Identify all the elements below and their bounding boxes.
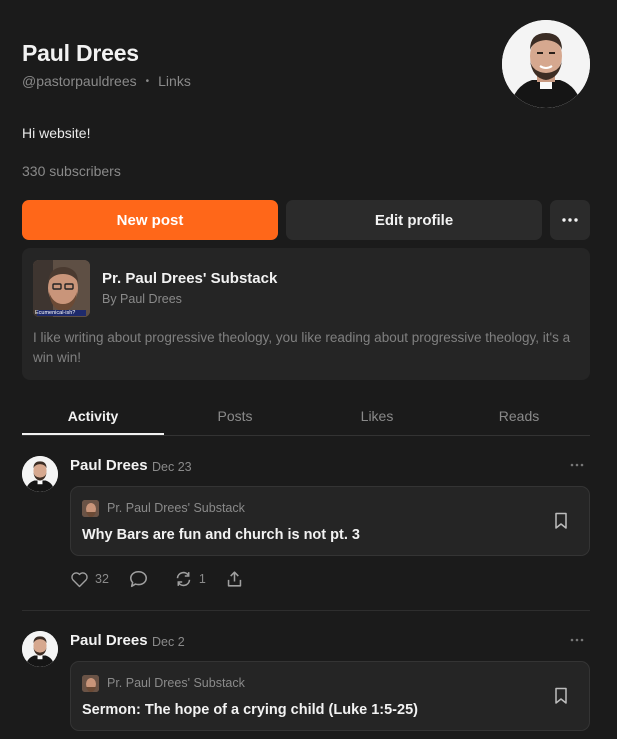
publication-icon bbox=[82, 675, 99, 692]
author-portrait-icon bbox=[22, 456, 58, 492]
post-title[interactable]: Sermon: The hope of a crying child (Luke… bbox=[82, 702, 418, 718]
publication-title[interactable]: Pr. Paul Drees' Substack bbox=[102, 270, 277, 287]
separator-dot: • bbox=[145, 75, 150, 87]
tab-likes[interactable]: Likes bbox=[306, 408, 448, 424]
restack-button[interactable]: 1 bbox=[174, 570, 206, 588]
post-date: Dec 2 bbox=[152, 635, 185, 649]
avatar-portrait-icon bbox=[502, 20, 590, 108]
share-icon bbox=[227, 571, 242, 587]
profile-tabs: Activity Posts Likes Reads bbox=[22, 398, 590, 436]
active-tab-indicator bbox=[22, 433, 164, 435]
restack-icon bbox=[176, 571, 191, 587]
publication-description: I like writing about progressive theolog… bbox=[33, 330, 571, 365]
post-date: Dec 23 bbox=[152, 460, 192, 474]
heart-icon bbox=[71, 571, 88, 587]
share-button[interactable] bbox=[226, 570, 249, 588]
ellipsis-icon bbox=[570, 638, 584, 642]
profile-handle[interactable]: @pastorpauldrees bbox=[22, 73, 137, 89]
post-author[interactable]: Paul Drees bbox=[70, 457, 148, 474]
more-options-button[interactable] bbox=[550, 200, 590, 240]
publication-byline: By Paul Drees bbox=[102, 292, 182, 306]
restack-count: 1 bbox=[198, 572, 206, 586]
bookmark-icon[interactable] bbox=[554, 687, 568, 705]
like-button[interactable]: 32 bbox=[70, 571, 109, 588]
profile-avatar[interactable] bbox=[502, 20, 590, 108]
post-menu-button[interactable] bbox=[570, 454, 584, 470]
ellipsis-icon bbox=[570, 463, 584, 467]
post-publication-name: Pr. Paul Drees' Substack bbox=[107, 501, 245, 515]
post-title[interactable]: Why Bars are fun and church is not pt. 3 bbox=[82, 527, 360, 543]
activity-divider bbox=[22, 610, 590, 611]
tab-activity[interactable]: Activity bbox=[22, 408, 164, 424]
post-menu-button[interactable] bbox=[570, 629, 584, 645]
comment-button[interactable] bbox=[129, 570, 154, 588]
ellipsis-icon bbox=[562, 218, 578, 222]
edit-profile-button[interactable]: Edit profile bbox=[286, 200, 542, 240]
new-post-button[interactable]: New post bbox=[22, 200, 278, 240]
thumbnail-caption: Ecumenical-ish? bbox=[35, 310, 76, 316]
comment-icon bbox=[129, 570, 147, 588]
post-card[interactable]: Pr. Paul Drees' Substack Why Bars are fu… bbox=[70, 486, 590, 556]
profile-name: Paul Drees bbox=[22, 40, 139, 66]
tab-posts[interactable]: Posts bbox=[164, 408, 306, 424]
publication-icon bbox=[82, 500, 99, 517]
publication-card[interactable]: Ecumenical-ish? Pr. Paul Drees' Substack… bbox=[22, 248, 590, 380]
post-author[interactable]: Paul Drees bbox=[70, 632, 148, 649]
subscriber-count[interactable]: 330 subscribers bbox=[22, 163, 121, 179]
author-portrait-icon bbox=[22, 631, 58, 667]
post-actions: 32 1 bbox=[70, 570, 269, 588]
bookmark-icon[interactable] bbox=[554, 512, 568, 530]
tab-reads[interactable]: Reads bbox=[448, 408, 590, 424]
handle-line: @pastorpauldrees • Links bbox=[22, 73, 191, 89]
publication-mini-icon bbox=[82, 675, 99, 692]
author-avatar[interactable] bbox=[22, 631, 58, 667]
links-link[interactable]: Links bbox=[158, 73, 191, 89]
publication-mini-icon bbox=[82, 500, 99, 517]
publication-thumbnail: Ecumenical-ish? bbox=[33, 260, 90, 317]
author-avatar[interactable] bbox=[22, 456, 58, 492]
post-card[interactable]: Pr. Paul Drees' Substack Sermon: The hop… bbox=[70, 661, 590, 731]
profile-bio: Hi website! bbox=[22, 125, 91, 141]
post-publication-name: Pr. Paul Drees' Substack bbox=[107, 676, 245, 690]
like-count: 32 bbox=[95, 572, 109, 586]
